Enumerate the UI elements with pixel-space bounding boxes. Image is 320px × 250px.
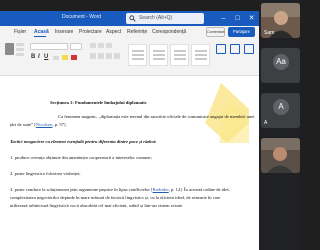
close-button[interactable]: ✕ [246,13,257,24]
active-tab-indicator [34,36,46,37]
cut-icon[interactable] [16,43,24,46]
tab-fisier[interactable]: Fișier [14,29,26,35]
list-item: 3. poate conduce la soluționarea prin ar… [10,187,230,192]
participant-tile[interactable] [261,138,300,173]
participant-tile[interactable]: A A [261,93,300,128]
document-page[interactable]: Secțiunea 1: Fundamentele limbajului dip… [0,76,259,250]
align-right-icon[interactable] [106,53,112,59]
participant-video [261,138,300,173]
font-color-icon[interactable] [71,55,77,60]
participant-name: Sam [264,30,275,36]
copy-icon[interactable] [16,48,24,51]
avatar: A [273,99,289,115]
participant-tile[interactable]: Sam [261,3,300,38]
participant-name: A [264,120,268,126]
justify-icon[interactable] [114,53,120,59]
align-center-icon[interactable] [98,53,104,59]
participant-tile[interactable]: Aa [261,48,300,83]
editor-icon[interactable] [244,44,254,54]
font-size-select[interactable] [70,43,82,50]
minimize-button[interactable]: – [218,13,229,24]
paragraph-label: Tactici neagociere ca element esențială … [10,139,157,144]
avatar: Aa [273,54,289,70]
document-title: Document - Word [62,14,102,20]
maximize-button[interactable]: □ [232,13,243,24]
tab-corespondenta[interactable]: Corespondență [152,29,186,35]
tab-aspect[interactable]: Aspect [106,29,121,35]
italic-icon[interactable]: I [38,54,40,60]
style-normal[interactable] [128,44,147,66]
font-family-select[interactable] [30,43,68,50]
strikethrough-icon[interactable] [53,56,59,60]
style-heading-1[interactable] [170,44,189,66]
paragraph-line: complexitatea negocierilor depinde în ma… [10,195,221,200]
format-painter-icon[interactable] [16,53,24,56]
list-item: 1. produce ovesnța obținute din amenințe… [10,155,152,160]
numbering-icon[interactable] [98,43,104,48]
word-titlebar: Document - Word Search (Alt+Q) – □ ✕ [0,11,259,26]
share-button[interactable]: Partajare [228,27,255,37]
list-item: 2. poate lingvistica folosirea violenței… [10,171,81,176]
comments-button[interactable]: Comentarii [206,27,225,37]
citation-link[interactable]: Nicolson [36,122,53,127]
underline-icon[interactable]: U [44,54,48,60]
participant-strip: Sam Aa A A [259,0,300,250]
paste-icon[interactable] [5,43,14,55]
search-icon [129,15,136,22]
bold-icon[interactable]: B [31,54,35,60]
style-heading-2[interactable] [191,44,210,66]
search-input[interactable]: Search (Alt+Q) [126,13,204,24]
ribbon-tabs: Fișier Acasă Inserare Proiectare Aspect … [0,26,259,38]
find-icon[interactable] [216,44,226,54]
paragraph-line: țări de state” [Nicolson, p. 57]. [10,122,67,127]
dictate-icon[interactable] [230,44,240,54]
tab-referinte[interactable]: Referințe [127,29,147,35]
shared-word-window: Document - Word Search (Alt+Q) – □ ✕ Fiș… [0,11,259,250]
decorative-shape [205,83,249,143]
paragraph-line: utilizează arhitectură lingvistică vocii… [10,203,184,208]
align-left-icon[interactable] [90,53,96,59]
search-placeholder: Search (Alt+Q) [139,15,173,21]
bullets-icon[interactable] [90,43,96,48]
paragraph-line: Ca fenomen magmic, „diplomația este tere… [58,114,255,119]
citation-link[interactable]: Barbidor [153,187,169,192]
section-heading: Secțiunea 1: Fundamentele limbajului dip… [50,100,147,105]
tab-inserare[interactable]: Inserare [55,29,73,35]
video-call-screen: Document - Word Search (Alt+Q) – □ ✕ Fiș… [0,0,300,250]
style-no-spacing[interactable] [149,44,168,66]
indent-icon[interactable] [106,43,112,48]
ribbon-toolbar: B I U [0,38,259,76]
tab-acasa[interactable]: Acasă [34,29,49,35]
highlight-icon[interactable] [62,55,68,60]
tab-proiectare[interactable]: Proiectare [79,29,102,35]
